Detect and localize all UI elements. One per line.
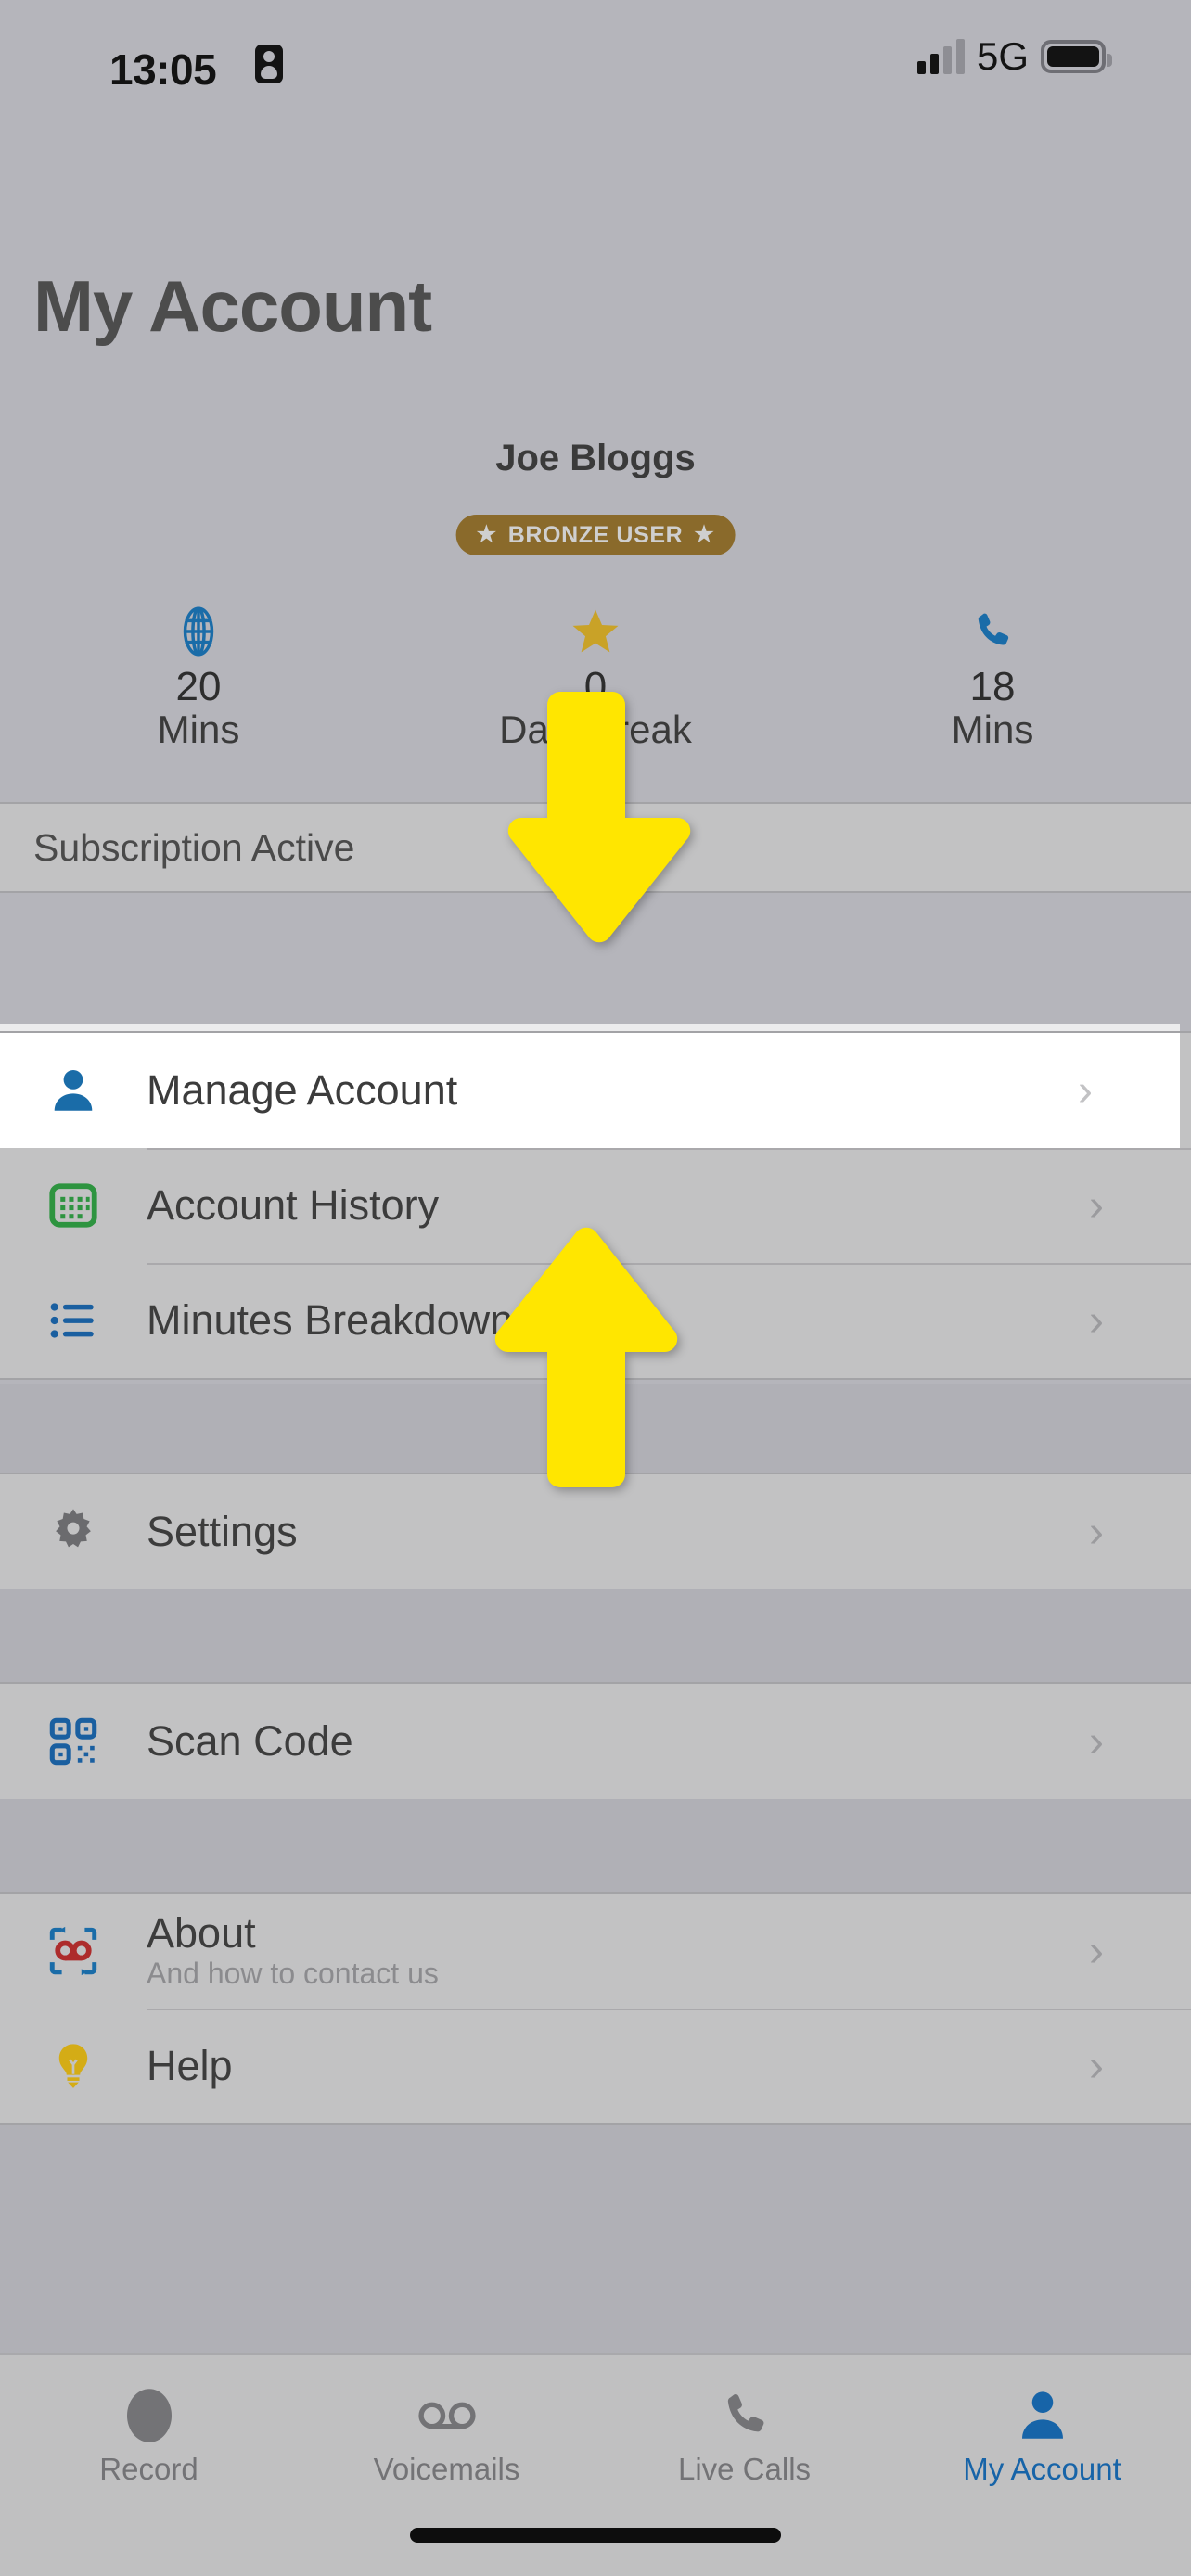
qr-code-icon [0,1684,147,1799]
tab-label: My Account [963,2452,1121,2486]
menu-item-scan-code[interactable]: Scan Code › [0,1684,1191,1799]
star-icon [397,603,794,660]
menu-item-label: Account History [147,1181,440,1230]
record-circle-icon [0,2381,298,2450]
menu-item-about[interactable]: About And how to contact us › [0,1894,1191,2009]
voicemail-icon [298,2381,596,2450]
bullet-list-icon [0,1263,147,1378]
menu-item-text: About And how to contact us [147,1911,1089,1991]
up-arrow-annotation [471,1226,701,1487]
menu-section-scan: Scan Code › [0,1682,1191,1801]
lightbulb-icon [0,2009,147,2123]
page-title: My Account [33,265,432,347]
stat-label: Mins [157,708,240,752]
highlight-top-strip [0,1024,1180,1031]
star-icon-right: ★ [694,522,715,547]
section-gap-4 [0,2125,1191,2353]
stat-value: 20 [175,664,222,709]
menu-item-text: Settings [147,1508,1089,1556]
tab-live-calls[interactable]: Live Calls [596,2381,893,2487]
menu-item-label: Help [147,2042,233,2090]
globe-icon [0,603,397,660]
menu-section-info: About And how to contact us › Help › [0,1892,1191,2125]
menu-item-label: Settings [147,1508,298,1556]
phone-icon [794,603,1191,660]
status-bar: 13:05 5G [0,0,1191,102]
user-name: Joe Bloggs [495,438,696,478]
chevron-right-icon: › [1089,1716,1104,1766]
battery-icon [1041,40,1112,73]
chevron-right-icon: › [1089,1295,1104,1345]
recording-indicator-icon [255,45,283,83]
tab-my-account[interactable]: My Account [893,2381,1191,2487]
menu-item-label: Manage Account [147,1066,458,1115]
tab-record[interactable]: Record [0,2381,298,2487]
chevron-right-icon: › [1089,1507,1104,1557]
stat-international-minutes[interactable]: 20 Mins [0,603,397,751]
status-badge: ★ BRONZE USER ★ [455,515,736,555]
tab-label: Voicemails [373,2452,520,2486]
section-gap-3 [0,1799,1191,1892]
menu-item-label: Scan Code [147,1717,353,1766]
menu-item-text: Manage Account [147,1066,1078,1115]
bottom-tab-bar: Record Voicemails Live Calls My Account [0,2353,1191,2576]
person-icon [893,2381,1191,2450]
menu-item-label: About [147,1908,256,1957]
status-bar-time: 13:05 [109,45,217,94]
chevron-right-icon: › [1089,2041,1104,2091]
menu-item-settings[interactable]: Settings › [0,1474,1191,1589]
stat-call-minutes[interactable]: 18 Mins [794,603,1191,751]
subscription-status-label: Subscription Active [33,825,355,869]
tab-label: Live Calls [677,2452,812,2486]
person-icon [0,1033,147,1148]
menu-item-subtitle: And how to contact us [147,1957,439,1991]
chevron-right-icon: › [1089,1926,1104,1976]
tab-label: Record [99,2452,198,2486]
chevron-right-icon: › [1078,1065,1093,1116]
tab-voicemails[interactable]: Voicemails [298,2381,596,2487]
menu-item-manage-account[interactable]: Manage Account › [0,1033,1180,1148]
menu-item-help[interactable]: Help › [0,2009,1191,2123]
calendar-icon [0,1148,147,1263]
phone-icon [596,2381,893,2450]
gear-icon [0,1474,147,1589]
down-arrow-annotation [471,692,701,953]
menu-item-text: Account History [147,1181,1089,1230]
section-gap-2 [0,1589,1191,1682]
app-logo-icon [0,1894,147,2009]
cellular-signal-icon [916,39,965,74]
menu-item-text: Help [147,2042,1089,2090]
app-screen: 13:05 5G My Account Joe Bloggs ★ BRONZE … [0,0,1191,2576]
stat-label: Mins [951,708,1034,752]
menu-item-text: Scan Code [147,1717,1089,1766]
status-bar-right-cluster: 5G [916,34,1112,78]
stat-value: 18 [969,664,1016,709]
chevron-right-icon: › [1089,1180,1104,1231]
badge-label: BRONZE USER [507,521,684,548]
menu-section-settings: Settings › [0,1473,1191,1591]
home-indicator [410,2528,781,2543]
star-icon-left: ★ [476,522,497,547]
network-type-label: 5G [976,34,1029,78]
